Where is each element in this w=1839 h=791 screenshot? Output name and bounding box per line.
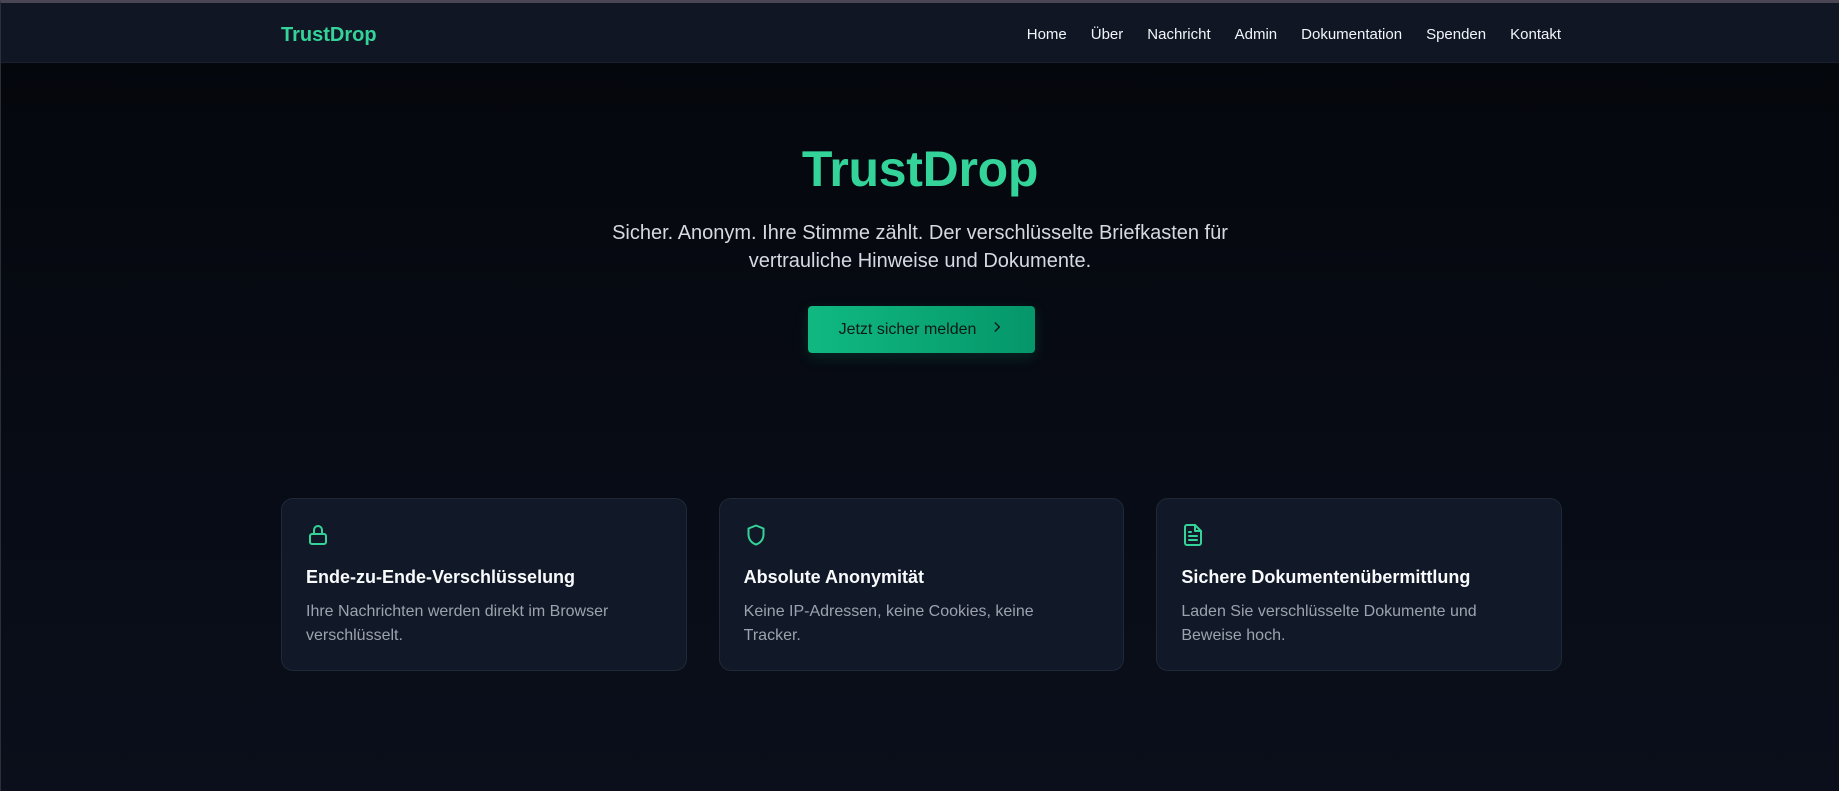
nav-links: Home Über Nachricht Admin Dokumentation … [1027,25,1561,45]
brand-logo[interactable]: TrustDrop [281,23,377,47]
feature-card-anonymity: Absolute Anonymität Keine IP-Adressen, k… [718,498,1125,671]
nav-link-donate[interactable]: Spenden [1426,25,1486,45]
feature-description: Keine IP-Adressen, keine Cookies, keine … [743,603,1034,644]
feature-title: Ende-zu-Ende-Verschlüsselung [306,567,576,587]
navbar: TrustDrop Home Über Nachricht Admin Doku… [1,3,1839,63]
nav-link-about[interactable]: Über [1091,25,1124,45]
features-section: Ende-zu-Ende-Verschlüsselung Ihre Nachri… [281,498,1563,671]
feature-title: Sichere Dokumentenübermittlung [1181,567,1471,587]
nav-link-contact[interactable]: Kontakt [1510,25,1561,45]
nav-link-admin[interactable]: Admin [1235,25,1278,45]
chevron-right-icon [990,320,1004,339]
feature-description: Ihre Nachrichten werden direkt im Browse… [306,603,609,644]
nav-link-documentation[interactable]: Dokumentation [1301,25,1402,45]
feature-description: Laden Sie verschlüsselte Dokumente und B… [1181,603,1477,644]
page-background [1,3,1839,791]
file-text-icon [1181,523,1205,547]
shield-icon [744,523,768,547]
hero-title: TrustDrop [801,141,1039,197]
feature-card-encryption: Ende-zu-Ende-Verschlüsselung Ihre Nachri… [281,498,687,671]
feature-title: Absolute Anonymität [743,567,925,587]
hero-subtitle: Sicher. Anonym. Ihre Stimme zählt. Der v… [612,222,1228,272]
report-securely-button[interactable]: Jetzt sicher melden [808,306,1035,353]
nav-link-home[interactable]: Home [1027,25,1067,45]
lock-icon [306,523,330,547]
report-securely-button-label: Jetzt sicher melden [838,320,977,338]
feature-card-documents: Sichere Dokumentenübermittlung Laden Sie… [1156,498,1563,671]
nav-link-message[interactable]: Nachricht [1147,25,1210,45]
